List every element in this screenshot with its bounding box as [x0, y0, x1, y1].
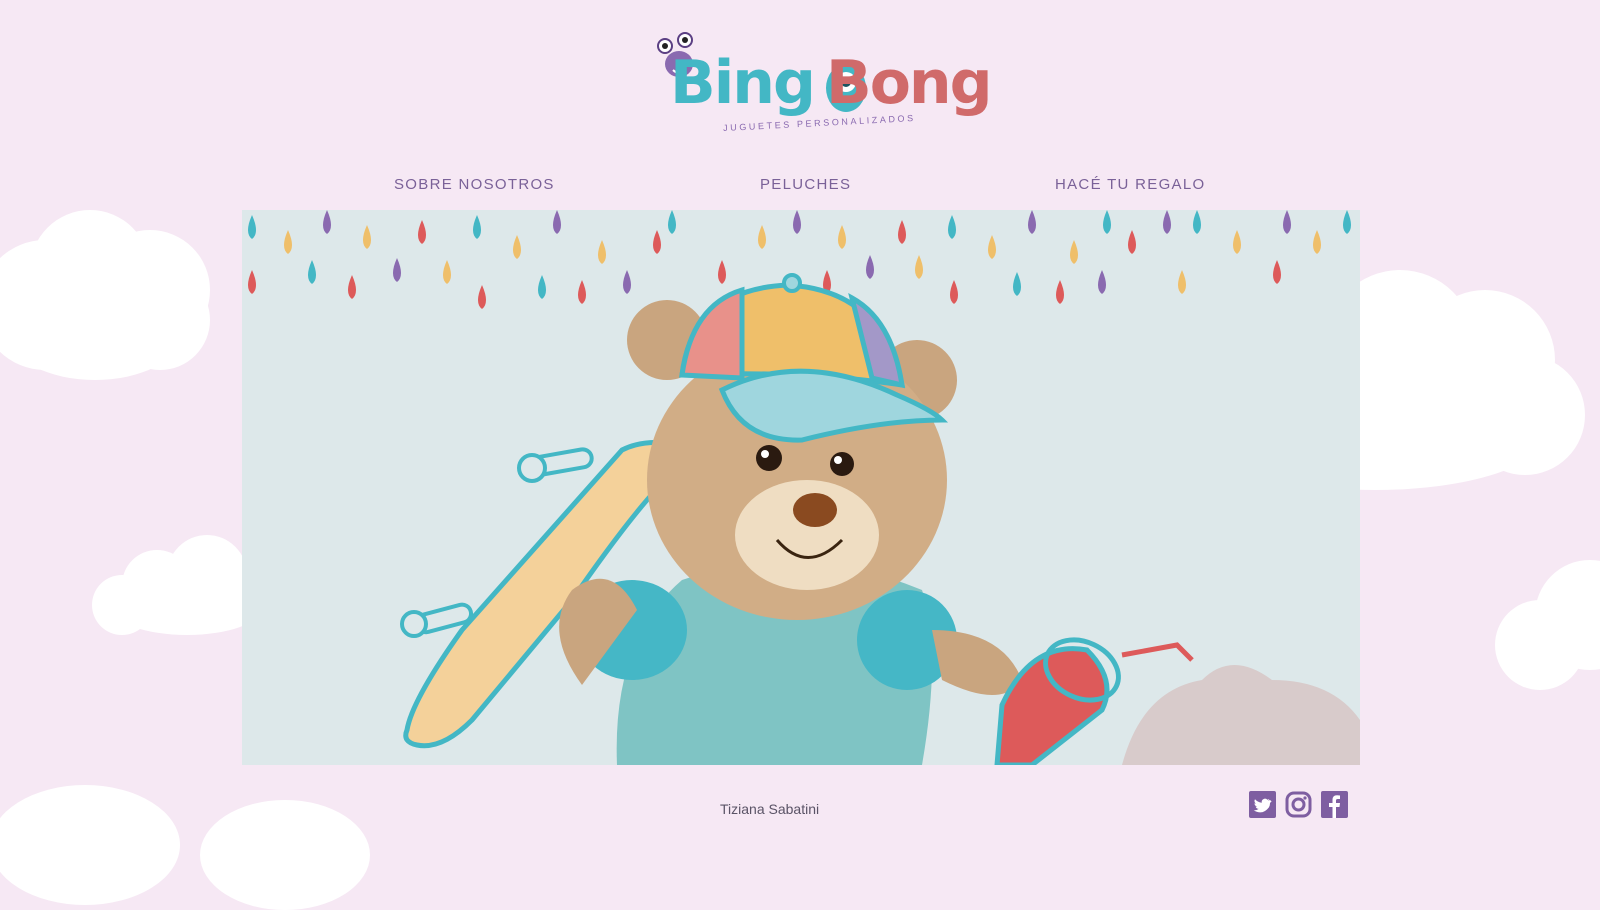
hero-image — [242, 210, 1360, 765]
main-nav: SOBRE NOSOTROS PELUCHES HACÉ TU REGALO — [0, 176, 1600, 200]
hero-illustration — [242, 210, 1360, 765]
cloud-bottom-left — [0, 775, 370, 910]
facebook-icon[interactable] — [1321, 791, 1348, 818]
cloud-far-right — [1495, 560, 1600, 700]
logo-text-bing: Bing — [670, 48, 816, 118]
nav-peluches[interactable]: PELUCHES — [760, 176, 851, 193]
footer-credit: Tiziana Sabatini — [720, 801, 820, 817]
instagram-icon[interactable] — [1285, 791, 1312, 818]
logo-text-bong: Bong — [825, 48, 993, 118]
brand-logo[interactable]: Bing Bong JUGUETES PERSONALIZADOS — [655, 26, 993, 136]
cloud-left — [0, 210, 230, 380]
nav-sobre-nosotros[interactable]: SOBRE NOSOTROS — [394, 176, 555, 193]
twitter-icon[interactable] — [1249, 791, 1276, 818]
nav-hace-tu-regalo[interactable]: HACÉ TU REGALO — [1055, 176, 1205, 193]
